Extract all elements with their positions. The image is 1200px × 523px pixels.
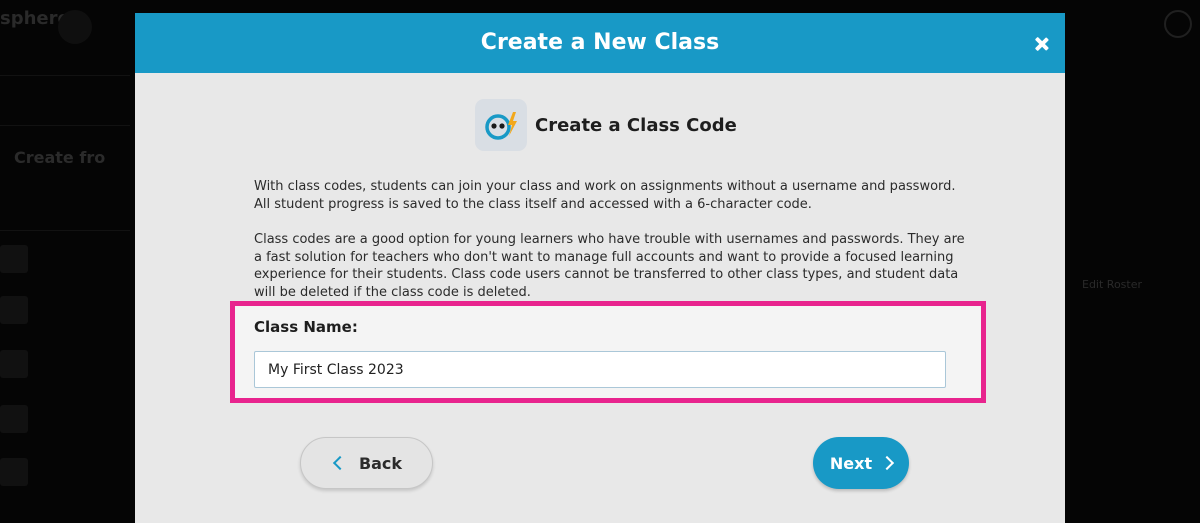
class-code-title: Create a Class Code [535,114,737,136]
background-tile [0,405,28,433]
background-row [0,125,130,164]
details-paragraph: Class codes are a good option for young … [254,232,965,300]
class-code-heading: Create a Class Code [475,99,737,151]
back-button-label: Back [358,453,403,473]
sphero-robot-bolt-icon [475,99,527,151]
chevron-right-icon [880,455,895,471]
next-button-label: Next [829,453,873,473]
close-icon[interactable] [1033,35,1051,53]
chevron-left-icon [332,455,348,471]
intro-paragraph: With class codes, students can join your… [254,179,956,212]
class-name-label: Class Name: [254,318,358,336]
modal-title: Create a New Class [480,30,720,55]
background-tile [0,458,28,486]
class-name-input[interactable] [254,351,946,388]
background-logo-badge [58,10,92,44]
modal-header: Create a New Class [135,13,1065,73]
background-user-icon [1164,10,1192,38]
background-row [0,75,130,114]
background-tile [0,245,28,273]
background-tile [0,350,28,378]
next-button[interactable]: Next [813,437,909,489]
create-class-modal: Create a New Class Create a Class Code W… [135,13,1065,523]
back-button[interactable]: Back [300,437,433,489]
background-edit-roster-label: Edit Roster [1082,278,1143,291]
background-tile [0,296,28,324]
class-name-highlight-box: Class Name: [230,301,986,403]
